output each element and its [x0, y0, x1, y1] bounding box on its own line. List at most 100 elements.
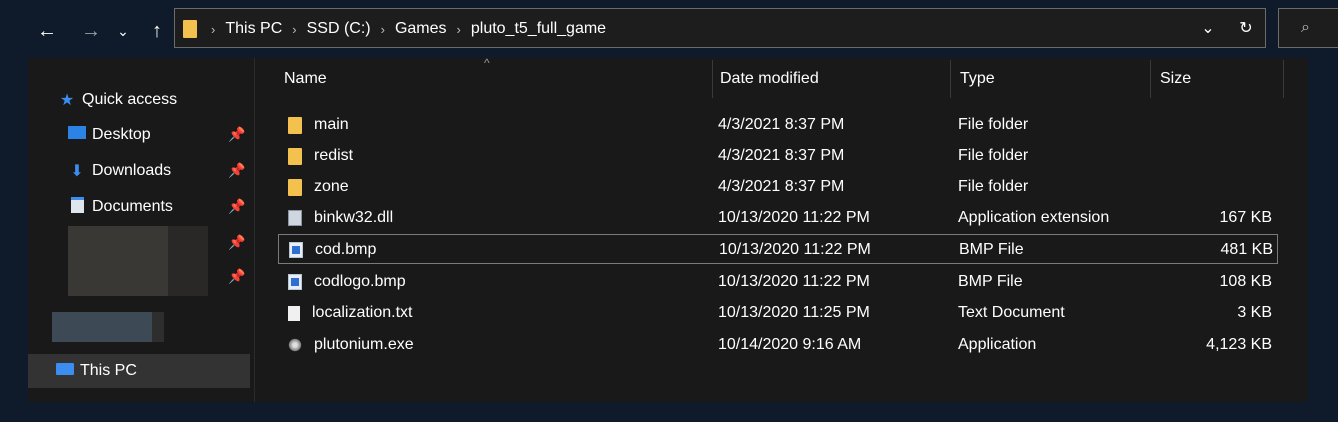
table-row[interactable]: redist 4/3/2021 8:37 PM File folder — [278, 141, 1278, 171]
redacted-item — [168, 226, 208, 296]
file-date: 10/14/2020 9:16 AM — [718, 336, 862, 353]
file-date: 4/3/2021 8:37 PM — [718, 147, 845, 164]
file-type: File folder — [958, 178, 1029, 195]
file-name: zone — [314, 178, 349, 195]
bmp-file-icon — [288, 274, 302, 290]
sidebar-item-label: Quick access — [82, 91, 178, 108]
address-dropdown-icon[interactable]: ⌄ — [1189, 18, 1227, 38]
sidebar-item-this-pc[interactable]: This PC — [28, 354, 250, 388]
back-arrow-icon[interactable]: ← — [34, 18, 60, 44]
column-separator[interactable] — [1283, 60, 1284, 98]
pin-icon[interactable]: 📌 — [228, 268, 245, 285]
file-type: BMP File — [958, 273, 1023, 290]
pin-icon[interactable]: 📌 — [228, 126, 245, 143]
file-date: 10/13/2020 11:25 PM — [718, 304, 870, 321]
file-name: main — [314, 116, 349, 133]
file-type: Application — [958, 336, 1037, 353]
column-header-type[interactable]: Type — [960, 58, 995, 100]
file-type: File folder — [958, 147, 1029, 164]
file-date: 4/3/2021 8:37 PM — [718, 178, 845, 195]
bmp-file-icon — [289, 242, 303, 258]
breadcrumb-separator-icon[interactable]: › — [457, 22, 461, 37]
file-size: 108 KB — [1219, 273, 1272, 290]
file-name: binkw32.dll — [314, 209, 394, 226]
file-name: cod.bmp — [315, 241, 377, 258]
column-header-name[interactable]: Name — [284, 58, 327, 100]
file-name: plutonium.exe — [314, 336, 414, 353]
column-separator[interactable] — [950, 60, 951, 98]
folder-icon — [288, 116, 302, 134]
column-header-size[interactable]: Size — [1160, 58, 1191, 100]
desktop-icon — [68, 126, 86, 144]
sidebar-item-desktop[interactable]: Desktop — [68, 118, 151, 152]
text-file-icon — [288, 305, 300, 321]
file-date: 10/13/2020 11:22 PM — [718, 273, 870, 290]
column-separator[interactable] — [712, 60, 713, 98]
file-date: 10/13/2020 11:22 PM — [719, 241, 871, 258]
pin-icon[interactable]: 📌 — [228, 162, 245, 179]
file-date: 10/13/2020 11:22 PM — [718, 209, 870, 226]
table-row[interactable]: main 4/3/2021 8:37 PM File folder — [278, 110, 1278, 140]
breadcrumb-separator-icon[interactable]: › — [381, 22, 385, 37]
file-size — [1148, 110, 1272, 140]
explorer-main: ★ Quick access Desktop 📌 ⬇ Downloads 📌 D… — [28, 56, 1308, 402]
folder-icon — [183, 20, 197, 38]
dll-file-icon — [288, 210, 302, 226]
forward-arrow-icon[interactable]: → — [78, 18, 104, 44]
star-icon: ★ — [59, 92, 75, 109]
breadcrumb: › This PC › SSD (C:) › Games › pluto_t5_… — [183, 9, 606, 49]
file-type: Text Document — [958, 304, 1065, 321]
folder-icon — [288, 178, 302, 196]
table-row[interactable]: plutonium.exe 10/14/2020 9:16 AM Applica… — [278, 330, 1278, 360]
file-size — [1148, 172, 1272, 202]
chevron-down-icon[interactable]: ⌄ — [110, 18, 136, 44]
refresh-icon[interactable]: ↻ — [1227, 18, 1265, 38]
sidebar-item-documents[interactable]: Documents — [68, 190, 173, 224]
download-icon: ⬇ — [70, 163, 84, 180]
search-icon: ⌕ — [1301, 19, 1310, 36]
up-arrow-icon[interactable]: ↑ — [144, 18, 170, 44]
file-size: 167 KB — [1219, 209, 1272, 226]
documents-icon — [68, 196, 86, 218]
sidebar-item-downloads[interactable]: ⬇ Downloads — [68, 154, 171, 188]
breadcrumb-this-pc[interactable]: This PC — [225, 20, 282, 38]
folder-icon — [288, 147, 302, 165]
table-row-selected[interactable]: cod.bmp 10/13/2020 11:22 PM BMP File 481… — [278, 234, 1278, 264]
navigation-pane: ★ Quick access Desktop 📌 ⬇ Downloads 📌 D… — [28, 58, 252, 402]
file-size: 3 KB — [1237, 304, 1272, 321]
file-size — [1148, 141, 1272, 171]
sidebar-item-label: This PC — [80, 362, 137, 379]
file-type: Application extension — [958, 209, 1110, 226]
plutonium-app-icon — [288, 338, 302, 352]
sort-ascending-icon: ^ — [484, 56, 490, 70]
table-row[interactable]: codlogo.bmp 10/13/2020 11:22 PM BMP File… — [278, 267, 1278, 297]
breadcrumb-separator-icon[interactable]: › — [292, 22, 296, 37]
file-list: ^ Name Date modified Type Size main 4/3/… — [254, 56, 1308, 402]
pin-icon[interactable]: 📌 — [228, 234, 245, 251]
file-name: localization.txt — [312, 304, 413, 321]
redacted-item — [152, 312, 164, 342]
column-separator[interactable] — [1150, 60, 1151, 98]
file-size: 481 KB — [1220, 241, 1273, 258]
sidebar-item-label: Documents — [92, 198, 173, 215]
file-type: BMP File — [959, 241, 1024, 258]
sidebar-item-quick-access[interactable]: ★ Quick access — [58, 83, 177, 117]
file-name: redist — [314, 147, 354, 164]
column-header-date[interactable]: Date modified — [720, 58, 819, 100]
breadcrumb-ssd[interactable]: SSD (C:) — [307, 20, 371, 38]
table-row[interactable]: binkw32.dll 10/13/2020 11:22 PM Applicat… — [278, 203, 1278, 233]
breadcrumb-separator-icon[interactable]: › — [211, 22, 215, 37]
search-box[interactable]: ⌕ — [1278, 8, 1338, 48]
breadcrumb-current-folder[interactable]: pluto_t5_full_game — [471, 20, 606, 38]
file-size: 4,123 KB — [1206, 336, 1272, 353]
table-row[interactable]: zone 4/3/2021 8:37 PM File folder — [278, 172, 1278, 202]
table-row[interactable]: localization.txt 10/13/2020 11:25 PM Tex… — [278, 298, 1278, 328]
file-date: 4/3/2021 8:37 PM — [718, 116, 845, 133]
sidebar-item-label: Desktop — [92, 126, 151, 143]
address-bar[interactable]: › This PC › SSD (C:) › Games › pluto_t5_… — [174, 8, 1266, 48]
pin-icon[interactable]: 📌 — [228, 198, 245, 215]
file-type: File folder — [958, 116, 1029, 133]
sidebar-item-label: Downloads — [92, 162, 172, 179]
redacted-item — [52, 312, 164, 342]
breadcrumb-games[interactable]: Games — [395, 20, 447, 38]
